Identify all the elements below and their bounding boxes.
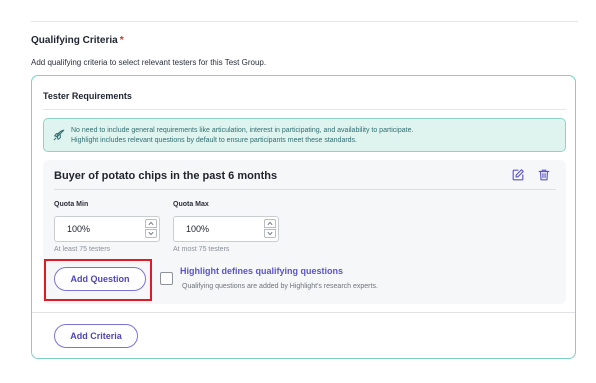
quota-max-label: Quota Max [173,201,209,208]
requirement-block: Buyer of potato chips in the past 6 mont… [43,160,566,304]
chevron-down-icon [148,231,154,236]
quota-max-stepper [264,219,276,239]
quota-min-input[interactable]: 100% [54,216,160,242]
trash-icon[interactable] [537,168,551,182]
section-title: Qualifying Criteria * [31,35,124,46]
highlight-defines-label[interactable]: Highlight defines qualifying questions [180,266,343,276]
edit-icon[interactable] [511,168,525,182]
requirement-divider [54,189,556,190]
chevron-up-icon [148,221,154,226]
quota-min-decrement-button[interactable] [145,229,157,238]
section-description: Add qualifying criteria to select releva… [31,58,267,67]
quota-max-input[interactable]: 100% [173,216,279,242]
chevron-down-icon [267,231,273,236]
quota-max-increment-button[interactable] [264,219,276,228]
chevron-up-icon [267,221,273,226]
quota-max-value: 100% [186,224,210,234]
card-title: Tester Requirements [43,91,132,101]
quota-min-stepper [145,219,157,239]
quota-min-label: Quota Min [54,201,89,208]
highlight-defines-checkbox[interactable] [160,272,173,285]
note-text: No need to include general requirements … [71,126,413,146]
quota-min-increment-button[interactable] [145,219,157,228]
quota-min-hint: At least 75 testers [54,246,111,253]
quota-max-hint: At most 75 testers [173,246,230,253]
quota-max: Quota Max 100% At most 75 testers [173,201,279,253]
add-question-button[interactable]: Add Question [54,267,146,291]
quota-max-decrement-button[interactable] [264,229,276,238]
note-line-2: Highlight includes relevant questions by… [71,137,358,144]
highlight-defines-description: Qualifying questions are added by Highli… [182,283,378,290]
rocket-icon [53,129,65,141]
requirement-title: Buyer of potato chips in the past 6 mont… [54,170,278,182]
note-line-1: No need to include general requirements … [71,127,414,134]
section-title-text: Qualifying Criteria [31,35,118,46]
quota-min: Quota Min 100% At least 75 testers [54,201,160,253]
top-divider [31,21,578,22]
card-divider [43,109,566,110]
card-bottom-divider [32,312,575,313]
quota-min-value: 100% [67,224,91,234]
add-criteria-button[interactable]: Add Criteria [54,324,138,348]
required-marker: * [119,35,124,46]
tester-requirements-card: Tester Requirements No need to include g… [31,75,576,359]
info-note: No need to include general requirements … [43,118,566,152]
